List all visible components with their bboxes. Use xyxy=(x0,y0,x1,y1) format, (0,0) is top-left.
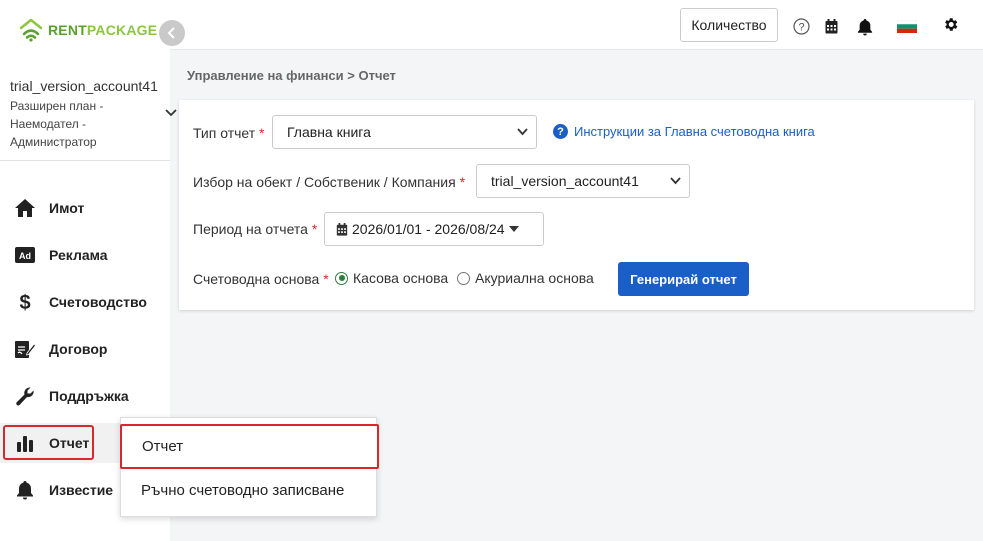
report-type-select[interactable]: Главна книга xyxy=(272,115,537,149)
ad-icon: Ad xyxy=(14,244,36,266)
divider xyxy=(0,160,170,161)
highlight-box xyxy=(3,425,94,460)
chevron-down-icon xyxy=(670,177,681,185)
period-label: Период на отчета * xyxy=(193,221,318,237)
object-label: Избор на обект / Собственик / Компания * xyxy=(193,174,466,190)
select-value: Главна книга xyxy=(287,124,371,140)
logo-text: RENTPACKAGE xyxy=(48,22,158,38)
sidebar-item-label: Известие xyxy=(49,482,114,498)
period-picker[interactable]: 2026/01/01 - 2026/08/24 xyxy=(324,212,544,246)
sidebar-item-maintenance[interactable]: Поддръжка xyxy=(0,376,170,416)
report-submenu: Отчет Ръчно счетоводно записване xyxy=(120,417,379,517)
submenu-item-manual-entry[interactable]: Ръчно счетоводно записване xyxy=(121,468,378,512)
wifi-logo-icon xyxy=(19,18,43,42)
object-select[interactable]: trial_version_account41 xyxy=(476,164,690,198)
period-value: 2026/01/01 - 2026/08/24 xyxy=(352,221,505,237)
calendar-icon[interactable] xyxy=(825,19,838,34)
radio-cash-basis[interactable]: Касова основа xyxy=(335,270,448,286)
account-plan: Разширен план - Наемодател - Администрат… xyxy=(10,97,160,151)
basis-label: Счетоводна основа * xyxy=(193,271,329,287)
quantity-button[interactable]: Количество xyxy=(680,8,778,42)
sidebar-item-advertising[interactable]: Ad Реклама xyxy=(0,235,170,275)
contract-icon xyxy=(14,338,36,360)
sidebar-item-label: Поддръжка xyxy=(49,388,129,404)
bell-icon xyxy=(14,479,36,501)
breadcrumb: Управление на финанси > Отчет xyxy=(187,68,396,83)
report-form-panel: Тип отчет * Главна книга ? Инструкции за… xyxy=(179,100,974,310)
logo[interactable]: RENTPACKAGE xyxy=(18,18,157,42)
submenu-item-report[interactable]: Отчет xyxy=(120,424,379,469)
submenu-item-label: Отчет xyxy=(142,438,184,455)
help-icon[interactable]: ? xyxy=(793,18,810,35)
radio-label: Касова основа xyxy=(353,270,449,286)
sidebar-item-label: Имот xyxy=(49,200,85,216)
gear-icon[interactable] xyxy=(942,16,959,33)
chevron-down-icon[interactable] xyxy=(165,108,177,118)
topbar: Количество ? xyxy=(170,0,983,50)
svg-text:Ad: Ad xyxy=(19,251,31,261)
help-link[interactable]: ? Инструкции за Главна счетоводна книга xyxy=(553,124,815,139)
sidebar-item-property[interactable]: Имот xyxy=(0,188,170,228)
chevron-left-icon xyxy=(167,27,175,39)
radio-accrual-basis[interactable]: Акуриална основа xyxy=(457,270,594,286)
account-info[interactable]: trial_version_account41 Разширен план - … xyxy=(10,78,160,151)
bulgarian-flag-icon[interactable] xyxy=(897,20,917,33)
chevron-down-icon xyxy=(517,128,528,136)
sidebar-item-label: Реклама xyxy=(49,247,108,263)
caret-down-icon xyxy=(508,226,519,232)
radio-dot[interactable] xyxy=(335,271,348,285)
account-plan-line: Наемодател - xyxy=(10,117,87,131)
account-plan-line: Администратор xyxy=(10,135,97,149)
sidebar-item-accounting[interactable]: $ Счетоводство xyxy=(0,282,170,322)
svg-text:$: $ xyxy=(19,292,30,313)
account-plan-line: Разширен план - xyxy=(10,99,104,113)
select-value: trial_version_account41 xyxy=(491,173,639,189)
submenu-item-label: Ръчно счетоводно записване xyxy=(141,481,345,499)
wrench-icon xyxy=(14,385,36,407)
generate-report-button[interactable]: Генерирай отчет xyxy=(618,262,749,296)
report-type-label: Тип отчет * xyxy=(193,125,265,141)
account-name: trial_version_account41 xyxy=(10,78,158,94)
help-circle-icon: ? xyxy=(553,124,568,139)
help-link-text: Инструкции за Главна счетоводна книга xyxy=(574,124,815,139)
sidebar-item-contract[interactable]: Договор xyxy=(0,329,170,369)
collapse-sidebar-button[interactable] xyxy=(159,20,185,46)
radio-label: Акуриална основа xyxy=(475,270,594,286)
radio-dot[interactable] xyxy=(457,271,470,285)
home-icon xyxy=(14,197,36,219)
sidebar-item-label: Счетоводство xyxy=(49,294,147,310)
bell-icon[interactable] xyxy=(857,18,873,36)
dollar-icon: $ xyxy=(14,291,36,313)
calendar-icon xyxy=(336,222,348,236)
svg-text:?: ? xyxy=(798,22,804,34)
sidebar-item-label: Договор xyxy=(49,341,108,357)
